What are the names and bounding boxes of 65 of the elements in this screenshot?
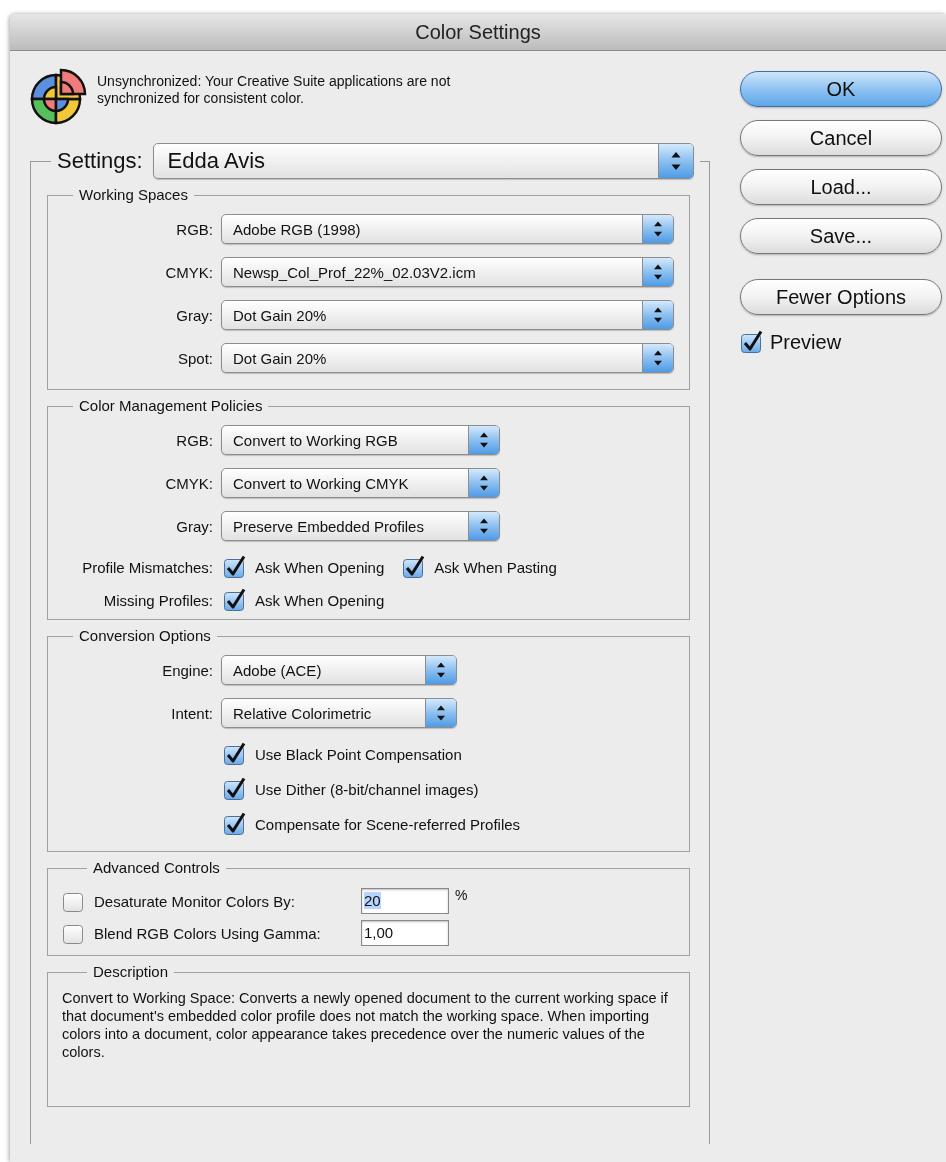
select-dropdown[interactable]: Convert to Working RGB — [221, 425, 500, 455]
checkbox-label[interactable]: Compensate for Scene-referred Profiles — [255, 815, 521, 833]
field-label: CMYK: — [164, 474, 213, 492]
updown-arrows-icon — [657, 144, 693, 178]
checkbox-label[interactable]: Ask When Opening — [255, 591, 385, 609]
section-title: Working Spaces — [79, 186, 188, 203]
select-dropdown[interactable]: Dot Gain 20% — [221, 300, 674, 330]
sync-message: Unsynchronized: Your Creative Suite applications are not synchronized for consistent color. — [97, 73, 452, 107]
checkbox[interactable] — [223, 812, 247, 836]
dialog-button[interactable]: Load... — [740, 169, 942, 205]
field-label: Intent: — [170, 704, 213, 722]
select-dropdown[interactable]: Dot Gain 20% — [221, 343, 674, 373]
checkbox[interactable] — [223, 588, 247, 612]
checkbox[interactable] — [740, 330, 764, 354]
updown-arrows-icon — [468, 512, 499, 540]
section-title: Description — [93, 963, 169, 980]
checkbox[interactable] — [402, 555, 427, 579]
section-title: Conversion Options — [79, 627, 211, 644]
checkbox-label[interactable]: Use Black Point Compensation — [255, 745, 462, 763]
fewer-options-button[interactable]: Fewer Options — [740, 279, 942, 315]
field-label: Gray: — [175, 517, 213, 535]
field-label: Profile Mismatches: — [81, 558, 213, 576]
dialog-button[interactable]: Save... — [740, 218, 942, 254]
select-dropdown[interactable]: Preserve Embedded Profiles — [221, 511, 500, 541]
checkbox[interactable] — [223, 742, 247, 766]
section-title: Advanced Controls — [93, 859, 220, 876]
field-label: Engine: — [161, 661, 213, 679]
select-dropdown[interactable]: Adobe RGB (1998) — [221, 214, 674, 244]
settings-label: Settings: — [57, 148, 143, 174]
field-label: Spot: — [176, 349, 213, 367]
description-text: Convert to Working Space: Converts a newly opened document to the current working space if that document's embedded color profile does not match the working space. When importing colors into a document, color appearance takes precedence over the numeric values of the colors. — [62, 989, 669, 1061]
field-label: Missing Profiles: — [102, 591, 213, 609]
section-title: Color Management Policies — [79, 397, 263, 414]
field-label: CMYK: — [164, 263, 213, 281]
select-dropdown[interactable]: Relative Colorimetric — [221, 698, 457, 728]
color-wheel-icon — [28, 67, 88, 127]
checkbox[interactable] — [223, 555, 247, 579]
select-dropdown[interactable]: Convert to Working CMYK — [221, 468, 500, 498]
updown-arrows-icon — [642, 215, 673, 243]
input-field[interactable]: 20 — [361, 888, 449, 914]
unit-label: % — [455, 887, 468, 903]
checkbox-label[interactable]: Desaturate Monitor Colors By: — [94, 892, 361, 910]
updown-arrows-icon — [425, 656, 456, 684]
input-field[interactable]: 1,00 — [361, 920, 449, 946]
checkbox-label[interactable]: Preview — [770, 330, 842, 354]
checkbox-label[interactable]: Use Dither (8-bit/channel images) — [255, 780, 479, 798]
checkbox-label[interactable]: Ask When Opening — [255, 558, 385, 576]
checkbox-label[interactable]: Blend RGB Colors Using Gamma: — [94, 924, 361, 942]
checkbox[interactable] — [223, 777, 247, 801]
field-label: Gray: — [175, 306, 213, 324]
window-title: Color Settings — [415, 20, 541, 44]
select-dropdown[interactable]: Newsp_Col_Prof_22%_02.03V2.icm — [221, 257, 674, 287]
field-label: RGB: — [175, 220, 213, 238]
updown-arrows-icon — [642, 301, 673, 329]
updown-arrows-icon — [642, 258, 673, 286]
updown-arrows-icon — [642, 344, 673, 372]
select-dropdown[interactable]: Edda Avis — [152, 143, 694, 179]
updown-arrows-icon — [468, 426, 499, 454]
checkbox-label[interactable]: Ask When Pasting — [434, 558, 557, 576]
dialog-button[interactable]: OK — [740, 71, 942, 107]
field-label: RGB: — [175, 431, 213, 449]
dialog-button[interactable]: Cancel — [740, 120, 942, 156]
select-dropdown[interactable]: Adobe (ACE) — [221, 655, 457, 685]
updown-arrows-icon — [468, 469, 499, 497]
updown-arrows-icon — [425, 699, 456, 727]
